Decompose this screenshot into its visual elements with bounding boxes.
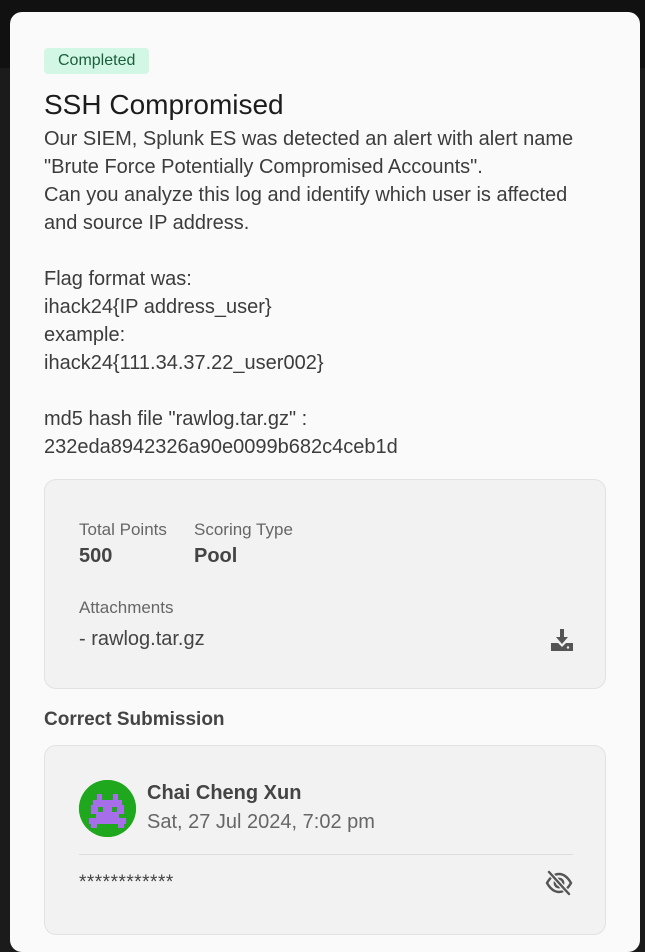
attachment-link[interactable]: - rawlog.tar.gz xyxy=(79,628,205,651)
submitter-name[interactable]: Chai Cheng Xun xyxy=(147,782,301,805)
download-icon[interactable] xyxy=(549,628,575,652)
challenge-info-card: Total Points 500 Scoring Type Pool Attac… xyxy=(44,479,606,689)
masked-flag: ************ xyxy=(79,872,174,893)
description-line: ihack24{IP address_user} xyxy=(44,296,272,318)
description-line: ihack24{111.34.37.22_user002} xyxy=(44,352,324,374)
challenge-title: SSH Compromised xyxy=(44,89,284,120)
challenge-modal: Completed SSH Compromised Our SIEM, Splu… xyxy=(10,12,640,952)
challenge-description: Our SIEM, Splunk ES was detected an aler… xyxy=(44,125,614,461)
description-line: md5 hash file "rawlog.tar.gz" : xyxy=(44,408,308,430)
description-line: Flag format was: xyxy=(44,268,192,290)
scoring-type-value: Pool xyxy=(194,545,238,567)
correct-submission-heading: Correct Submission xyxy=(44,709,225,730)
total-points-label: Total Points xyxy=(79,520,167,539)
submission-timestamp: Sat, 27 Jul 2024, 7:02 pm xyxy=(147,811,375,833)
description-line: Our SIEM, Splunk ES was detected an aler… xyxy=(44,128,574,150)
eye-off-icon[interactable] xyxy=(545,870,573,896)
submission-card: Chai Cheng Xun Sat, 27 Jul 2024, 7:02 pm… xyxy=(44,745,606,935)
scoring-type-label: Scoring Type xyxy=(194,520,293,539)
description-line: "Brute Force Potentially Compromised Acc… xyxy=(44,156,483,178)
status-badge: Completed xyxy=(44,48,150,74)
description-line xyxy=(44,237,614,265)
description-line xyxy=(44,377,614,405)
description-line: and source IP address. xyxy=(44,212,250,234)
total-points-value: 500 xyxy=(79,545,113,567)
description-line: 232eda8942326a90e0099b682c4ceb1d xyxy=(44,436,398,458)
user-avatar xyxy=(79,780,136,837)
attachments-label: Attachments xyxy=(79,598,174,617)
divider xyxy=(79,854,573,855)
description-line: example: xyxy=(44,324,126,346)
description-line: Can you analyze this log and identify wh… xyxy=(44,184,568,206)
